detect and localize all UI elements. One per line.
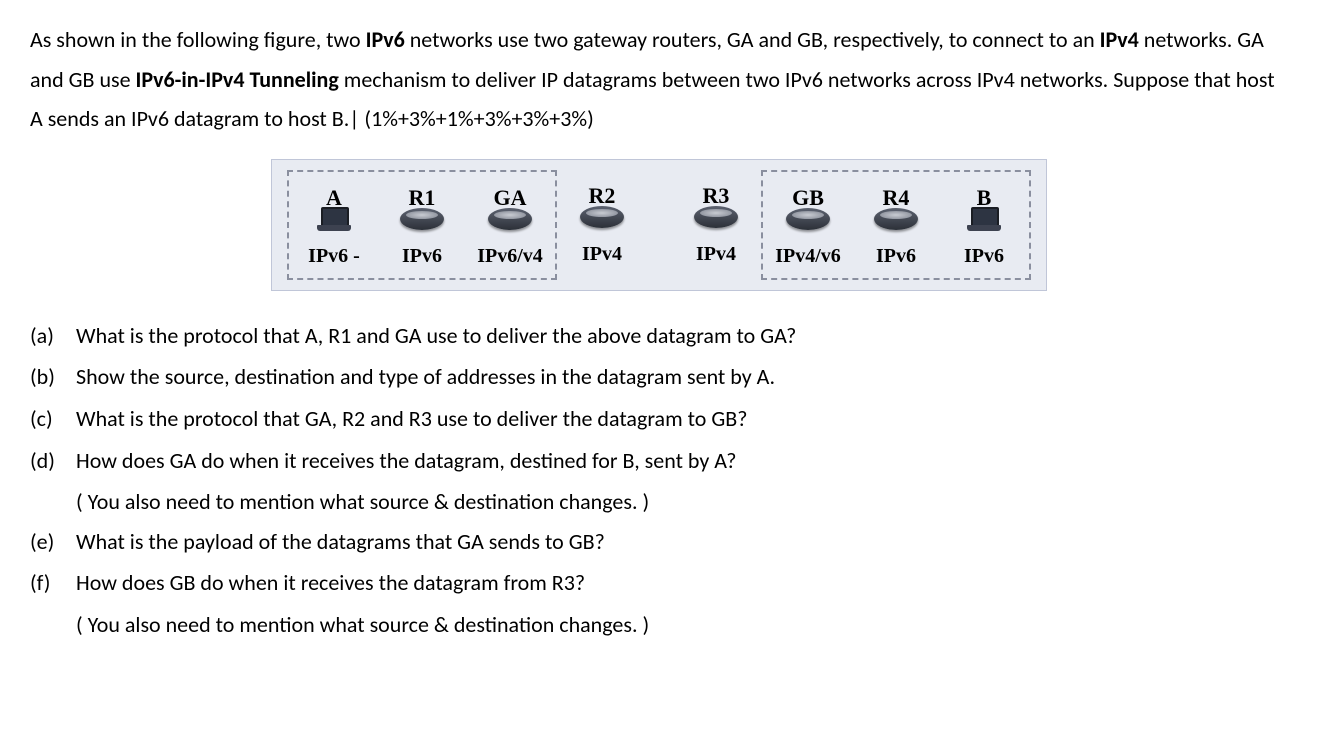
node-proto: IPv4 [696,236,736,272]
node-ga: GA IPv6/v4 [475,178,545,274]
q-label: (b) [30,357,76,397]
question-f-sub: ( You also need to mention what source &… [30,605,1288,645]
figure-inner: A IPv6 - R1 IPv6 GA IPv6/v4 R2 [271,159,1047,291]
node-r2: R2 IPv4 [567,176,637,272]
node-label: R2 [589,176,616,200]
questions-list: (a) What is the protocol that A, R1 and … [30,316,1288,645]
q-label: (f) [30,563,76,603]
q-text: Show the source, destination and type of… [76,357,1288,397]
intro-bold-ipv4: IPv4 [1100,26,1139,53]
question-e: (e) What is the payload of the datagrams… [30,522,1288,562]
router-icon [488,204,532,234]
node-r3: R3 IPv4 [681,176,751,272]
laptop-icon [967,204,1001,234]
node-proto: IPv4 [582,236,622,272]
intro-text: As shown in the following figure, two [30,26,366,53]
q-text: What is the protocol that GA, R2 and R3 … [76,399,1288,439]
node-label: R4 [883,178,910,202]
node-label: B [977,178,992,202]
node-proto: IPv6 [402,238,442,274]
ipv4-mid-network: R2 IPv4 R3 IPv4 [557,170,761,276]
question-d: (d) How does GA do when it receives the … [30,441,1288,481]
node-proto: IPv4/v6 [775,238,841,274]
router-icon [580,202,624,232]
node-proto: IPv6 [964,238,1004,274]
q-text: What is the payload of the datagrams tha… [76,522,1288,562]
network-figure: A IPv6 - R1 IPv6 GA IPv6/v4 R2 [30,159,1288,291]
node-b: B IPv6 [949,178,1019,274]
intro-paragraph: As shown in the following figure, two IP… [30,20,1288,139]
node-proto: IPv6/v4 [477,238,543,274]
router-icon [874,204,918,234]
router-icon [786,204,830,234]
question-a: (a) What is the protocol that A, R1 and … [30,316,1288,356]
question-b: (b) Show the source, destination and typ… [30,357,1288,397]
laptop-icon [317,204,351,234]
node-label: R3 [703,176,730,200]
intro-bold-tunneling: IPv6-in-IPv4 Tunneling [136,66,339,93]
q-text: How does GA do when it receives the data… [76,441,1288,481]
router-icon [694,202,738,232]
node-gb: GB IPv4/v6 [773,178,843,274]
ipv6-right-network: GB IPv4/v6 R4 IPv6 B IPv6 [761,170,1031,280]
q-text: How does GB do when it receives the data… [76,563,1288,603]
node-label: GA [494,178,527,202]
node-label: GB [792,178,824,202]
q-text: What is the protocol that A, R1 and GA u… [76,316,1288,356]
node-label: A [326,178,342,202]
q-label: (a) [30,316,76,356]
q-label: (e) [30,522,76,562]
node-r1: R1 IPv6 [387,178,457,274]
question-c: (c) What is the protocol that GA, R2 and… [30,399,1288,439]
intro-bold-ipv6: IPv6 [366,26,405,53]
node-proto: IPv6 - [308,238,360,274]
router-icon [400,204,444,234]
q-label: (c) [30,399,76,439]
node-proto: IPv6 [876,238,916,274]
node-label: R1 [409,178,436,202]
node-a: A IPv6 - [299,178,369,274]
question-f: (f) How does GB do when it receives the … [30,563,1288,603]
question-d-sub: ( You also need to mention what source &… [30,482,1288,522]
q-label: (d) [30,441,76,481]
intro-text: networks use two gateway routers, GA and… [405,26,1100,53]
node-r4: R4 IPv6 [861,178,931,274]
ipv6-left-network: A IPv6 - R1 IPv6 GA IPv6/v4 [287,170,557,280]
